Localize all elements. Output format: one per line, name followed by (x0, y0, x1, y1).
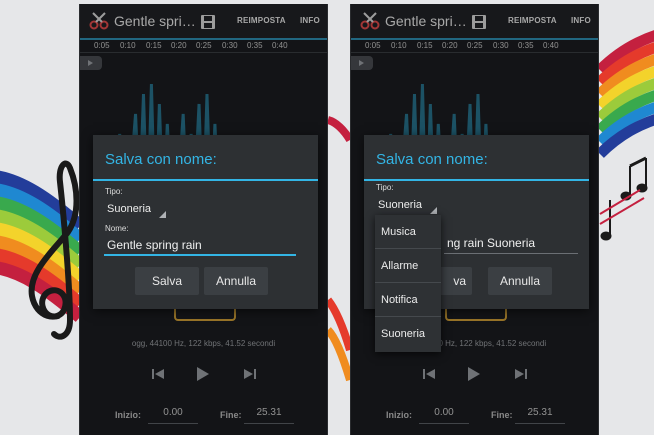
dialog-title: Salva con nome: (376, 151, 488, 168)
cancel-button[interactable]: Annulla (204, 267, 268, 295)
dropdown-option-musica[interactable]: Musica (375, 215, 441, 249)
type-dropdown-menu: Musica Allarme Notifica Suoneria (375, 215, 441, 352)
type-spinner[interactable]: Suoneria (375, 197, 437, 214)
dropdown-option-notifica[interactable]: Notifica (375, 283, 441, 317)
type-label: Tipo: (105, 187, 123, 196)
save-button[interactable]: va (436, 267, 472, 295)
name-label: Nome: (105, 224, 129, 233)
phone-screen-save-dialog: Gentle spri… REIMPOSTA INFO 0:05 0:10 0:… (79, 4, 328, 435)
center-ribbon (324, 116, 354, 382)
cancel-button[interactable]: Annulla (488, 267, 552, 295)
dialog-title: Salva con nome: (105, 151, 217, 168)
save-as-dialog: Salva con nome: Tipo: Suoneria Nome: Gen… (93, 135, 318, 309)
dropdown-option-allarme[interactable]: Allarme (375, 249, 441, 283)
phone-screen-type-dropdown: Gentle spri… REIMPOSTA INFO 0:05 0:10 0:… (350, 4, 599, 435)
dropdown-option-suoneria[interactable]: Suoneria (375, 317, 441, 351)
save-button[interactable]: Salva (135, 267, 199, 295)
right-rainbow-ribbon (596, 30, 654, 158)
type-label: Tipo: (376, 183, 394, 192)
music-notes-icon (599, 156, 648, 241)
name-input[interactable]: Gentle spring rain (104, 236, 296, 256)
name-input[interactable]: ng rain Suoneria (444, 234, 578, 254)
dialog-title-divider (93, 179, 318, 181)
dialog-title-divider (364, 179, 589, 181)
type-spinner[interactable]: Suoneria (104, 201, 166, 218)
